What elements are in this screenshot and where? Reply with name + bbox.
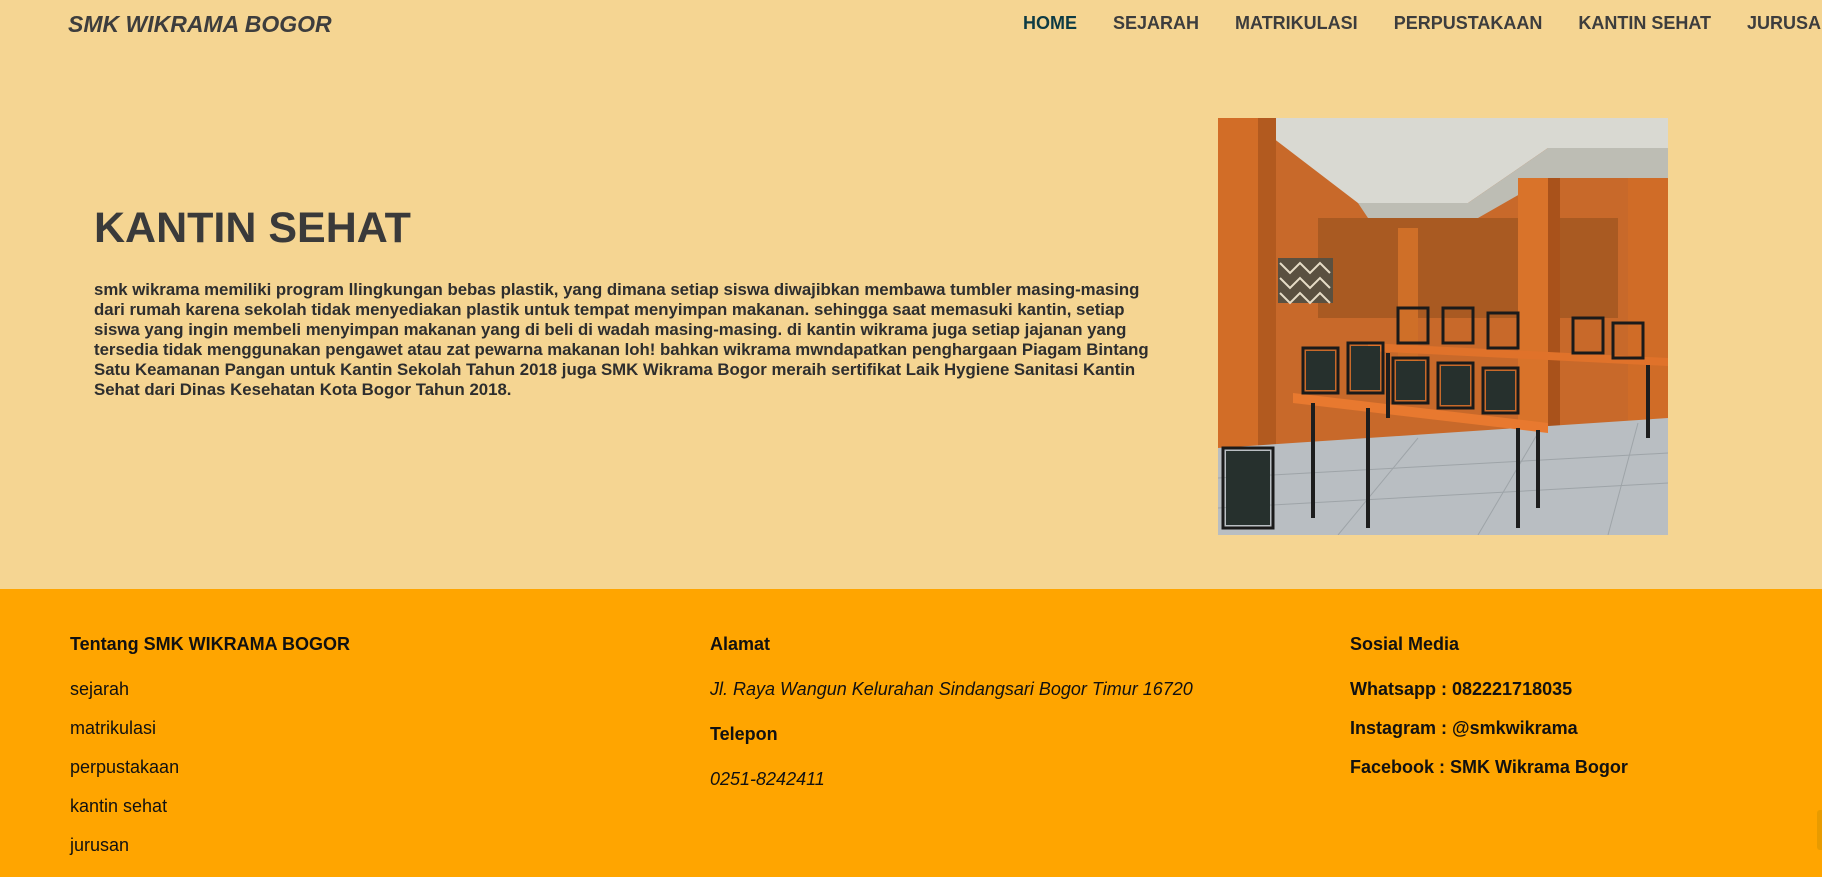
footer-link-perpustakaan[interactable]: perpustakaan [70,757,350,778]
footer-link-jurusan[interactable]: jurusan [70,835,350,856]
nav-link-perpustakaan[interactable]: PERPUSTAKAAN [1394,13,1543,34]
footer-social-section: Sosial Media Whatsapp : 082221718035 Ins… [1350,634,1628,796]
footer-phone-heading: Telepon [710,724,778,744]
brand-logo[interactable]: SMK WIKRAMA BOGOR [68,11,332,38]
hero-paragraph: smk wikrama memiliki program llingkungan… [94,280,1149,399]
footer-whatsapp: Whatsapp : 082221718035 [1350,679,1573,699]
footer: Tentang SMK WIKRAMA BOGOR sejarah matrik… [0,589,1822,877]
nav-menu: HOME SEJARAH MATRIKULASI PERPUSTAKAAN KA… [1023,13,1822,34]
footer-link-sejarah[interactable]: sejarah [70,679,350,700]
footer-address-heading: Alamat [710,634,771,654]
footer-phone-text: 0251-8242411 [710,769,825,789]
nav-link-sejarah[interactable]: SEJARAH [1113,13,1199,34]
page: SMK WIKRAMA BOGOR HOME SEJARAH MATRIKULA… [0,0,1822,877]
footer-address-text: Jl. Raya Wangun Kelurahan Sindangsari Bo… [710,679,1193,699]
page-title: KANTIN SEHAT [94,204,411,252]
footer-facebook: Facebook : SMK Wikrama Bogor [1350,757,1628,777]
nav-link-home[interactable]: HOME [1023,13,1077,34]
footer-link-kantin-sehat[interactable]: kantin sehat [70,796,350,817]
footer-link-matrikulasi[interactable]: matrikulasi [70,718,350,739]
nav-link-kantin-sehat[interactable]: KANTIN SEHAT [1578,13,1711,34]
canteen-photo [1218,118,1668,535]
nav-link-matrikulasi[interactable]: MATRIKULASI [1235,13,1358,34]
footer-about-section: Tentang SMK WIKRAMA BOGOR sejarah matrik… [70,634,350,874]
footer-address-section: Alamat Jl. Raya Wangun Kelurahan Sindang… [710,634,1193,814]
footer-about-heading: Tentang SMK WIKRAMA BOGOR [70,634,350,654]
footer-instagram: Instagram : @smkwikrama [1350,718,1578,738]
navbar: SMK WIKRAMA BOGOR HOME SEJARAH MATRIKULA… [0,0,1822,50]
nav-link-jurusan[interactable]: JURUSA [1747,13,1821,34]
scroll-indicator[interactable] [1817,810,1822,850]
footer-social-heading: Sosial Media [1350,634,1460,654]
